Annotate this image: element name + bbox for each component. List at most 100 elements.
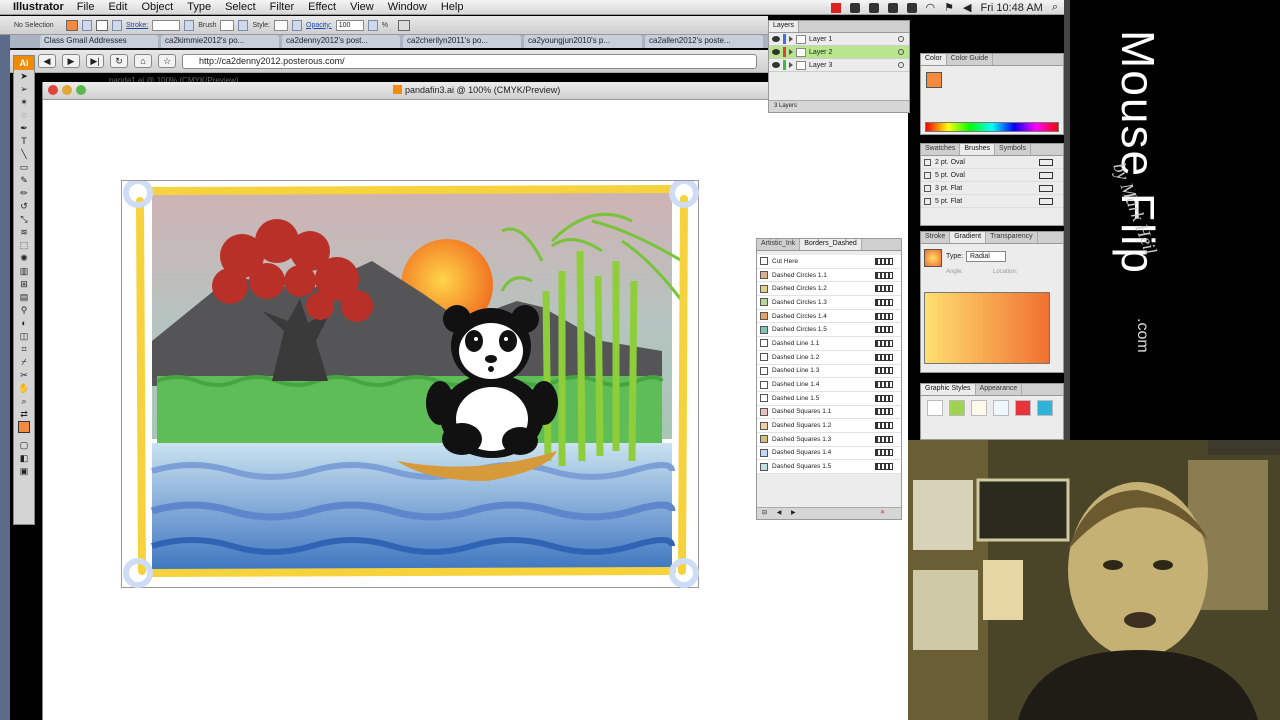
library-menu-icon[interactable]: ⊟ [762,510,767,516]
fill-stroke-icon[interactable] [14,421,34,439]
border-brush-item[interactable]: Dashed Line 1.3 [757,364,901,379]
symbol-sprayer-tool-icon[interactable]: ✺ [14,252,34,265]
target-icon[interactable] [898,36,904,42]
clock[interactable]: Fri 10:48 AM [980,2,1042,14]
target-icon[interactable] [898,49,904,55]
stroke-weight-field[interactable] [152,19,181,31]
tab-brushes[interactable]: Brushes [960,144,996,155]
artboard[interactable] [121,180,699,588]
fill-dropdown[interactable] [82,19,92,31]
border-brush-item[interactable]: Dashed Squares 1.2 [757,419,901,433]
url-field[interactable]: http://ca2denny2012.posterous.com/ [182,53,757,69]
fill-swatch[interactable] [66,19,78,31]
selection-tool-icon[interactable]: ➤ [14,70,34,83]
graphic-style-swatch[interactable] [1015,400,1031,416]
hand-tool-icon[interactable]: ✋ [14,382,34,395]
type-tool-icon[interactable]: T [14,135,34,148]
menu-object[interactable]: Object [134,1,180,13]
border-brush-item[interactable]: Dashed Circles 1.4 [757,309,901,324]
border-brush-item[interactable]: Dashed Circles 1.3 [757,296,901,310]
brush-item[interactable]: 2 pt. Oval [921,156,1063,169]
browser-tab[interactable]: ca2kimmie2012's po... [161,35,279,48]
opacity-label[interactable]: Opacity: [306,22,332,29]
tab-graphic-styles[interactable]: Graphic Styles [921,384,976,395]
stroke-label[interactable]: Stroke: [126,22,148,29]
graphic-style-swatch[interactable] [927,400,943,416]
browser-tab[interactable]: ca2denny2012's post... [282,35,400,48]
graphic-style-swatch[interactable] [993,400,1009,416]
wifi-icon[interactable]: ◠ [926,1,936,14]
border-brush-item[interactable]: Dashed Circles 1.1 [757,268,901,283]
screen-icon[interactable] [868,2,879,13]
screen-mode-icon[interactable]: ▣ [14,465,34,478]
gradient-tool-icon[interactable]: ▤ [14,291,34,304]
graphic-style-swatch[interactable] [1037,400,1053,416]
border-brush-item[interactable]: Dashed Squares 1.3 [757,432,901,447]
reload-icon[interactable]: ↻ [110,54,128,68]
tab-color-guide[interactable]: Color Guide [947,54,994,65]
forward-icon[interactable]: ▶ [62,54,80,68]
menu-window[interactable]: Window [381,1,434,13]
expand-layer-icon[interactable] [789,36,793,42]
tab-stroke[interactable]: Stroke [921,232,951,243]
crop-tool-icon[interactable]: ⌗ [14,343,34,356]
tab-borders-dashed[interactable]: Borders_Dashed [800,239,862,250]
next-library-icon[interactable]: ▶ [791,510,796,516]
tab-artistic-ink[interactable]: Artistic_Ink [757,239,801,250]
tab-layers[interactable]: Layers [769,21,800,32]
column-graph-tool-icon[interactable]: ▥ [14,265,34,278]
tab-appearance[interactable]: Appearance [976,384,1023,395]
border-brush-item[interactable]: Dashed Line 1.4 [757,378,901,392]
border-brush-item[interactable]: Dashed Circles 1.2 [757,282,901,297]
opacity-dropdown[interactable] [367,19,378,31]
panda-illustration[interactable] [122,181,700,589]
brush-item[interactable]: 5 pt. Oval [921,169,1063,182]
rectangle-tool-icon[interactable]: ▭ [14,161,34,174]
volume-icon[interactable]: ◀ [963,1,971,14]
browser-tab[interactable]: ca2cherilyn2011's po... [403,35,521,48]
brush-item[interactable]: 5 pt. Flat [921,195,1063,208]
drawing-mode-icon[interactable]: ◧ [14,452,34,465]
border-brush-item[interactable]: Dashed Squares 1.4 [757,446,901,461]
tab-transparency[interactable]: Transparency [986,232,1038,243]
free-transform-tool-icon[interactable]: ⬚ [14,239,34,252]
stroke-weight-dropdown[interactable] [184,19,195,31]
skip-icon[interactable]: ▶| [86,54,104,68]
delete-brush-icon[interactable]: ✕ [880,508,885,519]
pen-tool-icon[interactable]: ✒ [14,122,34,135]
brush-item[interactable]: 3 pt. Flat [921,182,1063,195]
visibility-icon[interactable] [772,36,780,42]
close-window-icon[interactable] [48,85,58,95]
browser-tab[interactable]: ca2youngjun2010's p... [524,35,642,48]
border-brush-item[interactable]: Dashed Line 1.5 [757,391,901,406]
swap-fill-stroke-icon[interactable]: ⇄ [14,408,34,421]
magic-wand-tool-icon[interactable]: ✶ [14,96,34,109]
graphic-style-swatch[interactable] [949,400,965,416]
gradient-type-select[interactable]: Radial [966,251,1006,262]
style-dropdown[interactable] [292,19,302,31]
menu-help[interactable]: Help [434,1,471,13]
target-icon[interactable] [898,62,904,68]
blend-tool-icon[interactable]: ◐ [14,317,34,330]
color-mode-icon[interactable]: ▢ [14,439,34,452]
style-field[interactable] [274,19,288,31]
menu-type[interactable]: Type [180,1,218,13]
mesh-tool-icon[interactable]: ⊞ [14,278,34,291]
lasso-tool-icon[interactable]: ◌ [14,109,34,122]
layer-row[interactable]: Layer 1 [769,33,909,46]
back-icon[interactable]: ◀ [38,54,56,68]
browser-tab[interactable]: ca2allen2012's poste... [645,35,763,48]
tab-swatches[interactable]: Swatches [921,144,961,155]
scissors-tool-icon[interactable]: ✂ [14,369,34,382]
minimize-window-icon[interactable] [62,85,72,95]
live-paint-tool-icon[interactable]: ◫ [14,330,34,343]
arrange-documents-icon[interactable] [397,19,410,31]
tab-symbols[interactable]: Symbols [995,144,1031,155]
layer-row[interactable]: Layer 3 [769,59,909,72]
visibility-icon[interactable] [772,62,780,68]
border-brush-item[interactable]: Dashed Line 1.1 [757,337,901,351]
expand-layer-icon[interactable] [789,62,793,68]
record-icon[interactable] [830,2,841,13]
menu-effect[interactable]: Effect [301,1,343,13]
menu-file[interactable]: File [70,1,102,13]
